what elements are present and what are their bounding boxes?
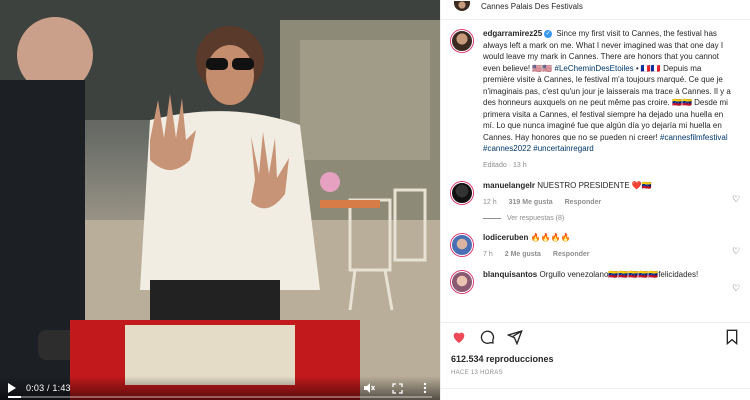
post-header: Cannes Palais Des Festivals [441,0,750,20]
view-replies-label[interactable]: Ver respuestas (8) [507,215,564,222]
bookmark-icon[interactable] [725,329,741,345]
commenter-avatar[interactable] [451,182,473,204]
caption-edited: Editado · 13 h [483,161,527,169]
comment-heart-icon[interactable]: ♡ [731,194,741,208]
verified-icon: ✓ [544,29,553,38]
post-location[interactable]: Cannes Palais Des Festivals [481,2,583,11]
video-frame [0,0,440,400]
comment-username[interactable]: lodiceruben [483,233,528,242]
replies-line [483,218,501,219]
author-avatar[interactable] [453,0,471,12]
reply-button[interactable]: Responder [553,249,590,261]
caption-username[interactable]: edgarramirez25 [483,29,542,38]
comment-username[interactable]: manuelangelr [483,181,535,190]
action-bar [441,322,750,350]
comment-likes[interactable]: 319 Me gusta [509,197,553,209]
commenter-avatar[interactable] [451,271,473,293]
caption-tag[interactable]: #LeCheminDesEtoiles [555,64,634,73]
play-icon[interactable] [8,383,16,393]
comment-time: 12 h [483,198,497,206]
comment-heart-icon[interactable]: ♡ [731,246,741,260]
comment-item: blanquisantos Orgullo venezolano🇻🇪🇻🇪🇻🇪🇻🇪… [451,269,741,294]
comment-icon[interactable] [479,329,495,345]
comment-heart-icon[interactable]: ♡ [731,283,741,294]
fullscreen-icon[interactable] [390,381,404,395]
comment-time: 7 h [483,250,493,258]
more-icon[interactable] [418,381,432,395]
comments-list: edgarramirez25 ✓ Since my first visit to … [441,28,750,322]
caption-text-2: • 🇫🇷🇫🇷 Depuis ma première visite à Canne… [483,63,731,142]
heart-filled-icon[interactable] [451,329,467,345]
post-time: HACE 13 HORAS [451,370,503,376]
comment-likes[interactable]: 2 Me gusta [505,249,541,261]
caption: edgarramirez25 ✓ Since my first visit to … [451,28,741,171]
video-controls: 0:03 / 1:43 [0,376,440,400]
mute-icon[interactable] [362,381,376,395]
view-replies[interactable]: Ver respuestas (8) [483,215,741,222]
comment-text: NUESTRO PRESIDENTE ❤️🇻🇪 [535,181,652,190]
send-icon[interactable] [507,329,523,345]
video-progress-bar[interactable] [8,396,432,398]
reply-button[interactable]: Responder [565,197,602,209]
comment-text: Orgullo venezolano🇻🇪🇻🇪🇻🇪🇻🇪🇻🇪felicidades! [537,270,699,279]
video-time: 0:03 / 1:43 [26,383,71,393]
caption-avatar[interactable] [451,30,473,52]
view-count: 612.534 reproducciones [451,354,554,364]
post-panel: Cannes Palais Des Festivals edgarramirez… [440,0,750,400]
comment-item: lodiceruben 🔥🔥🔥🔥 7 h 2 Me gusta Responde… [451,232,741,260]
video-progress-fill [8,396,21,398]
video-player[interactable]: 0:03 / 1:43 [0,0,440,400]
comment-username[interactable]: blanquisantos [483,270,537,279]
commenter-avatar[interactable] [451,234,473,256]
comment-item: manuelangelr NUESTRO PRESIDENTE ❤️🇻🇪 12 … [451,180,741,208]
add-comment-area[interactable] [441,388,750,400]
comment-text: 🔥🔥🔥🔥 [528,233,571,242]
